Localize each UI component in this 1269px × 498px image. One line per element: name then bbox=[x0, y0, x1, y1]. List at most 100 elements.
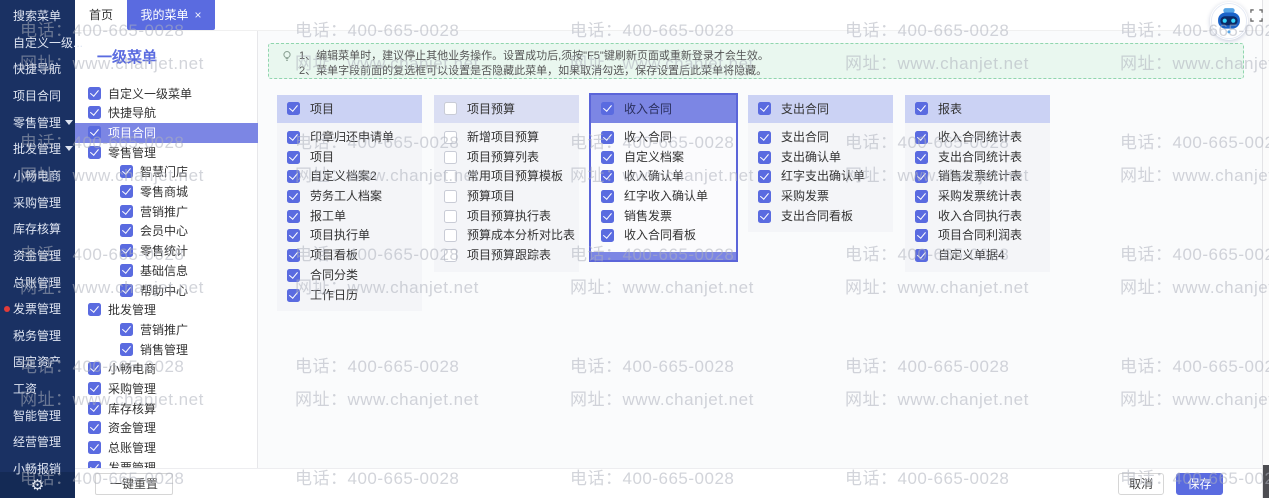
menu-item[interactable]: 采购发票 bbox=[748, 187, 893, 207]
checkbox[interactable] bbox=[601, 229, 614, 243]
menu-item[interactable]: 自定义档案2 bbox=[277, 167, 422, 187]
checkbox[interactable] bbox=[915, 170, 928, 184]
checkbox[interactable] bbox=[88, 125, 101, 139]
sidebar-item[interactable]: 工资 bbox=[0, 379, 75, 399]
sidebar-item[interactable]: 税务管理 bbox=[0, 326, 75, 346]
menu-item[interactable]: 销售发票统计表 bbox=[905, 167, 1050, 187]
checkbox[interactable] bbox=[287, 170, 300, 184]
menu-item[interactable]: 常用项目预算模板 bbox=[434, 167, 579, 187]
close-icon[interactable]: × bbox=[195, 8, 202, 22]
sidebar-item[interactable]: 搜索菜单 bbox=[0, 6, 75, 26]
checkbox[interactable] bbox=[444, 209, 457, 223]
group-header[interactable]: 报表 bbox=[905, 95, 1050, 123]
checkbox[interactable] bbox=[120, 322, 133, 336]
menu-item[interactable]: 新增项目预算 bbox=[434, 128, 579, 148]
sidebar-item[interactable]: 小畅报销 bbox=[0, 459, 75, 479]
tree-item[interactable]: 项目合同 bbox=[75, 122, 258, 143]
checkbox[interactable] bbox=[444, 229, 457, 243]
checkbox[interactable] bbox=[444, 190, 457, 204]
checkbox[interactable] bbox=[601, 102, 614, 115]
tree-item[interactable]: 采购管理 bbox=[75, 379, 258, 399]
checkbox[interactable] bbox=[444, 170, 457, 184]
checkbox[interactable] bbox=[88, 441, 101, 455]
checkbox[interactable] bbox=[120, 185, 133, 198]
menu-item[interactable]: 支出合同看板 bbox=[748, 207, 893, 227]
checkbox[interactable] bbox=[88, 382, 101, 395]
save-button[interactable]: 保存 bbox=[1176, 473, 1223, 495]
sidebar-item[interactable]: 经营管理 bbox=[0, 432, 75, 452]
checkbox[interactable] bbox=[120, 244, 133, 258]
checkbox[interactable] bbox=[758, 190, 771, 204]
checkbox[interactable] bbox=[287, 229, 300, 243]
checkbox[interactable] bbox=[88, 303, 101, 317]
menu-item[interactable]: 印章归还申请单 bbox=[277, 128, 422, 148]
menu-item[interactable]: 自定义单据4 bbox=[905, 246, 1050, 266]
checkbox[interactable] bbox=[915, 249, 928, 263]
sidebar-item[interactable]: 自定义一级... bbox=[0, 33, 83, 53]
menu-item[interactable]: 收入合同看板 bbox=[591, 226, 736, 246]
menu-item[interactable]: 项目合同利润表 bbox=[905, 226, 1050, 246]
sidebar-item[interactable]: 总账管理 bbox=[0, 273, 75, 293]
checkbox[interactable] bbox=[601, 209, 614, 223]
tree-item[interactable]: 营销推广 bbox=[75, 320, 258, 340]
group-header[interactable]: 收入合同 bbox=[591, 95, 736, 123]
checkbox[interactable] bbox=[287, 150, 300, 164]
checkbox[interactable] bbox=[120, 204, 133, 218]
tree-item[interactable]: 快捷导航 bbox=[75, 103, 258, 123]
checkbox[interactable] bbox=[601, 190, 614, 204]
menu-item[interactable]: 工作日历 bbox=[277, 286, 422, 306]
menu-item[interactable]: 预算项目 bbox=[434, 187, 579, 207]
menu-item[interactable]: 项目预算执行表 bbox=[434, 207, 579, 227]
checkbox[interactable] bbox=[444, 150, 457, 164]
tree-item[interactable]: 总账管理 bbox=[75, 438, 258, 458]
checkbox[interactable] bbox=[287, 131, 300, 144]
checkbox[interactable] bbox=[287, 249, 300, 263]
tab-my-menu[interactable]: 我的菜单 × bbox=[127, 0, 216, 30]
gear-icon[interactable]: ⚙ bbox=[31, 477, 44, 493]
checkbox[interactable] bbox=[287, 268, 300, 282]
checkbox[interactable] bbox=[915, 209, 928, 223]
menu-item[interactable]: 支出合同 bbox=[748, 128, 893, 148]
checkbox[interactable] bbox=[758, 131, 771, 144]
menu-item[interactable]: 报工单 bbox=[277, 207, 422, 227]
checkbox[interactable] bbox=[120, 165, 133, 179]
checkbox[interactable] bbox=[444, 102, 457, 115]
checkbox[interactable] bbox=[120, 224, 133, 238]
menu-item[interactable]: 支出合同统计表 bbox=[905, 148, 1050, 168]
tree-item[interactable]: 销售管理 bbox=[75, 340, 258, 360]
menu-item[interactable]: 项目预算列表 bbox=[434, 148, 579, 168]
menu-item[interactable]: 收入合同 bbox=[591, 128, 736, 148]
reset-button[interactable]: 一键重置 bbox=[95, 473, 173, 495]
checkbox[interactable] bbox=[601, 170, 614, 184]
checkbox[interactable] bbox=[758, 150, 771, 164]
sidebar-item[interactable]: 采购管理 bbox=[0, 193, 75, 213]
sidebar-item[interactable]: 项目合同 bbox=[0, 86, 75, 106]
menu-item[interactable]: 自定义档案 bbox=[591, 148, 736, 168]
checkbox[interactable] bbox=[287, 209, 300, 223]
menu-item[interactable]: 项目 bbox=[277, 148, 422, 168]
group-header[interactable]: 项目预算 bbox=[434, 95, 579, 123]
checkbox[interactable] bbox=[758, 102, 771, 115]
tree-item[interactable]: 智慧门店 bbox=[75, 162, 258, 182]
cancel-button[interactable]: 取消 bbox=[1118, 473, 1164, 495]
checkbox[interactable] bbox=[601, 131, 614, 144]
tree-item[interactable]: 零售商城 bbox=[75, 182, 258, 202]
tree-item[interactable]: 零售统计 bbox=[75, 241, 258, 261]
group-header[interactable]: 支出合同 bbox=[748, 95, 893, 123]
group-header[interactable]: 项目 bbox=[277, 95, 422, 123]
checkbox[interactable] bbox=[758, 170, 771, 184]
checkbox[interactable] bbox=[287, 102, 300, 115]
menu-item[interactable]: 劳务工人档案 bbox=[277, 187, 422, 207]
menu-item[interactable]: 红字收入确认单 bbox=[591, 187, 736, 207]
tab-home[interactable]: 首页 bbox=[75, 0, 127, 30]
menu-item[interactable]: 收入合同执行表 bbox=[905, 207, 1050, 227]
sidebar-item[interactable]: 快捷导航 bbox=[0, 59, 75, 79]
tree-item[interactable]: 会员中心 bbox=[75, 221, 258, 241]
tree-item[interactable]: 零售管理 bbox=[75, 143, 258, 163]
checkbox[interactable] bbox=[88, 106, 101, 120]
sidebar-item[interactable]: 小畅电商 bbox=[0, 166, 75, 186]
checkbox[interactable] bbox=[915, 102, 928, 115]
menu-item[interactable]: 采购发票统计表 bbox=[905, 187, 1050, 207]
sidebar-item[interactable]: 发票管理 bbox=[0, 299, 75, 319]
checkbox[interactable] bbox=[601, 150, 614, 164]
